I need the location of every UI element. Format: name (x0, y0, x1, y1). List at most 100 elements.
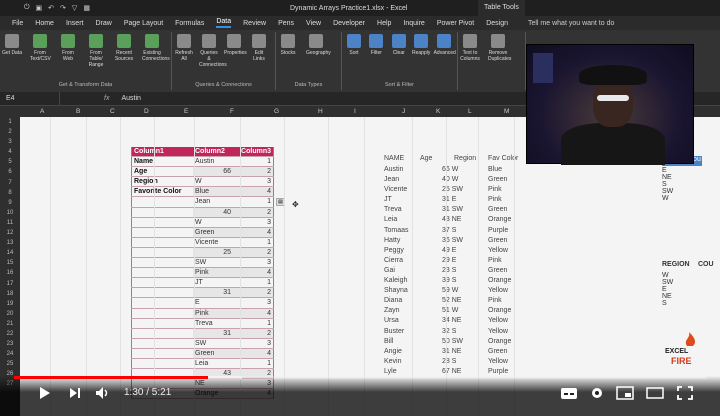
ribbon-button-from-text-csv[interactable]: From Text/CSV (30, 34, 51, 62)
ribbon-button-remove-duplicates[interactable]: Remove Duplicates (488, 34, 511, 62)
ribbon-tab-design[interactable]: Design (486, 20, 508, 27)
table-row[interactable]: E3 (131, 298, 274, 309)
list-item[interactable]: Yellow (488, 327, 511, 337)
redo-icon[interactable]: ↷ (60, 4, 66, 12)
ribbon-tab-inquire[interactable]: Inquire (403, 20, 424, 27)
list-item[interactable]: Orange (488, 337, 511, 347)
progress-bar[interactable] (14, 376, 706, 379)
table-row[interactable]: SW 3 (131, 258, 274, 269)
table-cell[interactable]: Favorite Color (131, 187, 193, 197)
table-row[interactable]: W3 (131, 217, 274, 228)
ribbon-tab-help[interactable]: Help (377, 20, 391, 27)
row-header[interactable]: 11 (0, 218, 20, 228)
column-header-k[interactable]: K (436, 108, 440, 115)
list-item[interactable]: Zayn (384, 306, 409, 316)
list-item[interactable]: Green (488, 266, 511, 276)
ribbon-button-advanced[interactable]: Advanced (434, 34, 456, 56)
list-item[interactable]: Tomaas (384, 226, 409, 236)
list-item[interactable]: Green (488, 347, 511, 357)
table-row[interactable]: Vicente 1 (131, 237, 274, 248)
ribbon-tab-pens[interactable]: Pens (278, 20, 294, 27)
list-item[interactable]: Austin (384, 165, 409, 175)
ribbon-tab-draw[interactable]: Draw (95, 20, 111, 27)
list-item[interactable]: Orange (488, 276, 511, 286)
table-cell[interactable]: 66 (193, 167, 235, 177)
table-cell[interactable]: Column2 (193, 147, 235, 156)
column-header-j[interactable]: J (402, 108, 405, 115)
row-header[interactable]: 19 (0, 299, 20, 309)
table-cell[interactable] (131, 328, 193, 338)
table-cell[interactable]: 31 (193, 288, 235, 298)
table-row[interactable]: Age 66 2 (131, 167, 274, 178)
row-header[interactable]: 16 (0, 268, 20, 278)
list-item[interactable]: Jean (384, 175, 409, 185)
ribbon-tab-developer[interactable]: Developer (333, 20, 365, 27)
table-row[interactable]: Green 4 (131, 348, 274, 359)
table-cell[interactable]: Column1 (131, 147, 193, 157)
column-header-l[interactable]: L (468, 108, 472, 115)
list-item[interactable]: Leia (384, 215, 409, 225)
subtitles-icon[interactable] (560, 385, 578, 401)
name-box[interactable]: E4 (0, 92, 60, 105)
ribbon-tab-insert[interactable]: Insert (66, 20, 84, 27)
table-cell[interactable] (131, 308, 193, 318)
table-cell[interactable] (131, 288, 193, 298)
table-cell[interactable] (131, 298, 193, 308)
next-icon[interactable] (66, 385, 84, 401)
ribbon-tab-file[interactable]: File (12, 20, 23, 27)
list-item[interactable]: Vicente (384, 185, 409, 195)
row-header[interactable]: 4 (0, 147, 20, 157)
table-cell[interactable] (131, 197, 193, 207)
ribbon-button-properties[interactable]: Properties (224, 34, 247, 56)
list-item[interactable]: Pink (488, 296, 511, 306)
column-header-a[interactable]: A (40, 108, 44, 115)
ribbon-tab-formulas[interactable]: Formulas (175, 20, 204, 27)
table-cell[interactable] (131, 237, 193, 247)
table-cell[interactable]: Pink (193, 268, 235, 278)
table-row[interactable]: 31 2 (131, 328, 274, 339)
list-item[interactable]: Green (488, 236, 511, 246)
table-cell[interactable] (131, 268, 193, 278)
list-item[interactable]: Pink (488, 195, 511, 205)
autosave-toggle[interactable]: ⏻ (24, 4, 30, 12)
list-item[interactable]: SW (662, 188, 673, 195)
list-item[interactable]: Purple (488, 226, 511, 236)
table-row[interactable]: 40 2 (131, 207, 274, 218)
list-item[interactable]: Kaleigh (384, 276, 409, 286)
row-header[interactable]: 13 (0, 238, 20, 248)
list-item[interactable]: Yellow (488, 246, 511, 256)
ribbon-button-stocks[interactable]: Stocks (278, 34, 298, 56)
row-header[interactable]: 21 (0, 319, 20, 329)
table-cell[interactable]: Treva (193, 319, 235, 328)
table-cell[interactable] (131, 338, 193, 348)
column-header-m[interactable]: M (504, 108, 509, 115)
row-header[interactable]: 17 (0, 279, 20, 289)
table-cell[interactable] (131, 258, 193, 268)
table-row[interactable]: Column1 Column2 Column3 (131, 147, 274, 158)
table-row[interactable]: Pink 4 (131, 308, 274, 319)
ribbon-tab-page-layout[interactable]: Page Layout (124, 20, 163, 27)
volume-icon[interactable] (94, 385, 112, 401)
list-item[interactable]: W (662, 195, 673, 202)
ribbon-tab-view[interactable]: View (306, 20, 321, 27)
list-item[interactable]: Peggy (384, 246, 409, 256)
table-cell[interactable] (131, 207, 193, 217)
list-item[interactable]: Cierra (384, 256, 409, 266)
list-item[interactable]: Green (488, 175, 511, 185)
list-item[interactable]: Ursa (384, 316, 409, 326)
table-row[interactable]: Treva 1 (131, 318, 274, 329)
ribbon-button-from-table-range[interactable]: From Table/ Range (86, 34, 106, 68)
ribbon-button-queries-connections[interactable]: Queries & Connections (199, 34, 227, 68)
list-item[interactable]: JT (384, 195, 409, 205)
table-cell[interactable]: JT (193, 278, 235, 287)
ribbon-button-filter[interactable]: Filter (366, 34, 386, 56)
ribbon-button-refresh-all[interactable]: Refresh All (174, 34, 194, 62)
list-item[interactable]: NE (662, 293, 673, 300)
ribbon-tab-home[interactable]: Home (35, 20, 54, 27)
list-item[interactable]: Treva (384, 205, 409, 215)
row-header[interactable]: 15 (0, 258, 20, 268)
ribbon-button-text-to-columns[interactable]: Text to Columns (460, 34, 480, 62)
ribbon-button-clear[interactable]: Clear (389, 34, 409, 56)
table-cell[interactable]: Age (131, 167, 193, 177)
row-header[interactable]: 9 (0, 198, 20, 208)
